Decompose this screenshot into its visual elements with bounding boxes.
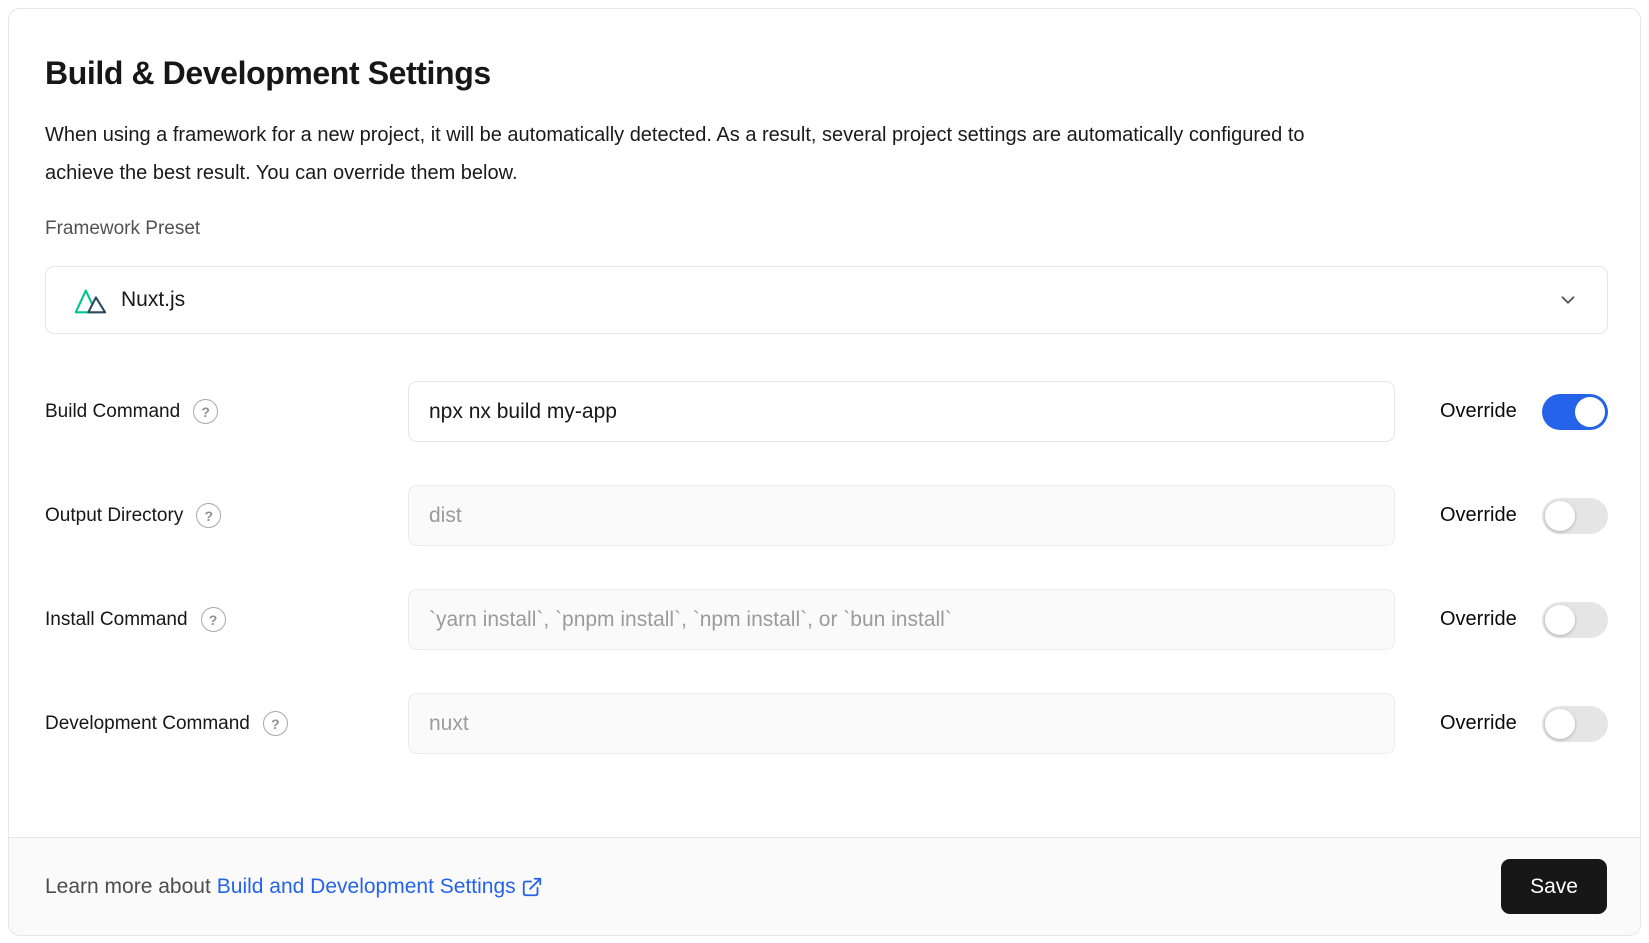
help-icon[interactable] [196,503,221,528]
override-toggle[interactable] [1542,498,1608,534]
chevron-down-icon [1557,289,1579,311]
page-title: Build & Development Settings [45,55,1608,92]
build-command-override: Override [1440,394,1608,430]
output-directory-label-group: Output Directory [45,503,408,528]
framework-preset-select[interactable]: Nuxt.js [45,266,1608,334]
development-command-input[interactable] [408,693,1395,754]
nuxt-logo-icon [74,286,107,315]
output-directory-label: Output Directory [45,505,183,527]
install-command-label-group: Install Command [45,607,408,632]
framework-preset-value: Nuxt.js [121,288,185,312]
development-command-label-group: Development Command [45,711,408,736]
output-directory-override: Override [1440,498,1608,534]
help-icon[interactable] [193,399,218,424]
build-command-input[interactable] [408,381,1395,442]
external-link-icon [521,876,543,898]
override-label: Override [1440,712,1517,735]
save-button[interactable]: Save [1501,859,1607,914]
install-command-override: Override [1440,602,1608,638]
learn-more-text: Learn more about Build and Development S… [45,875,543,899]
override-label: Override [1440,504,1517,527]
override-toggle[interactable] [1542,706,1608,742]
development-command-override: Override [1440,706,1608,742]
development-command-label: Development Command [45,713,250,735]
toggle-knob [1545,605,1575,635]
framework-preset-label: Framework Preset [45,218,1608,240]
card-body: Build & Development Settings When using … [9,9,1640,837]
help-icon[interactable] [263,711,288,736]
build-settings-docs-link[interactable]: Build and Development Settings [217,875,543,899]
build-command-label: Build Command [45,401,180,423]
build-command-label-group: Build Command [45,399,408,424]
override-label: Override [1440,608,1517,631]
override-toggle[interactable] [1542,394,1608,430]
toggle-knob [1575,397,1605,427]
help-icon[interactable] [201,607,226,632]
development-command-row: Development Command Override [45,693,1608,754]
build-command-row: Build Command Override [45,381,1608,442]
install-command-row: Install Command Override [45,589,1608,650]
output-directory-input[interactable] [408,485,1395,546]
learn-more-prefix: Learn more about [45,875,211,899]
toggle-knob [1545,709,1575,739]
install-command-label: Install Command [45,609,188,631]
override-toggle[interactable] [1542,602,1608,638]
build-settings-card: Build & Development Settings When using … [8,8,1641,936]
toggle-knob [1545,501,1575,531]
install-command-input[interactable] [408,589,1395,650]
settings-description: When using a framework for a new project… [45,116,1335,192]
learn-more-link-label: Build and Development Settings [217,875,516,899]
card-footer: Learn more about Build and Development S… [9,837,1640,935]
override-label: Override [1440,400,1517,423]
output-directory-row: Output Directory Override [45,485,1608,546]
